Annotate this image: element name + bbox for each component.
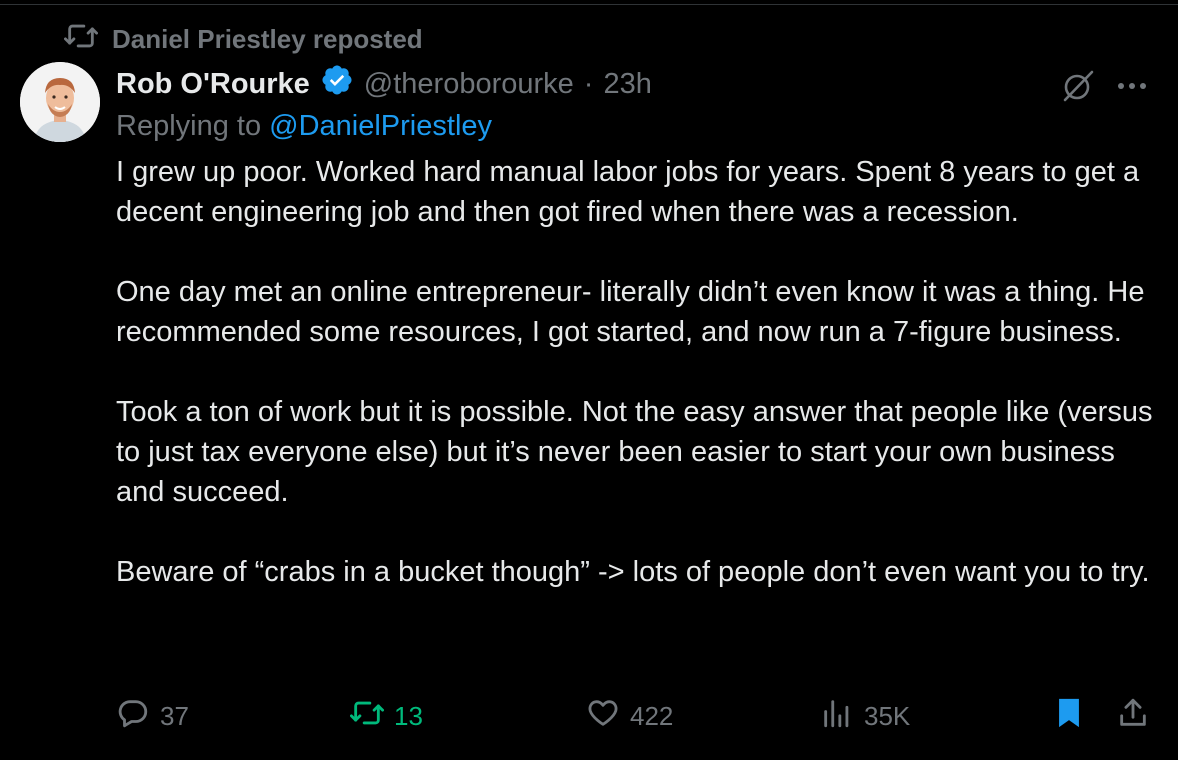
tweet-header: Rob O'Rourke @theroborourke · 23h: [116, 64, 652, 104]
repost-icon: [350, 696, 384, 737]
repost-count: 13: [394, 700, 423, 731]
avatar[interactable]: [20, 62, 100, 142]
repost-button[interactable]: 13: [350, 696, 423, 736]
top-divider: [0, 0, 1178, 5]
heart-icon: [586, 696, 620, 737]
analytics-icon: [820, 696, 854, 737]
share-button[interactable]: [1116, 696, 1150, 736]
reply-count: 37: [160, 700, 189, 731]
tweet-paragraph: Beware of “crabs in a bucket though” -> …: [116, 556, 1150, 588]
tweet-paragraph: One day met an online entrepreneur- lite…: [116, 276, 1145, 348]
meta-separator: ·: [583, 67, 594, 100]
bookmark-button[interactable]: [1052, 696, 1086, 736]
grok-icon[interactable]: [1058, 66, 1098, 106]
author-handle[interactable]: @theroborourke: [364, 68, 574, 101]
repost-text: Daniel Priestley reposted: [112, 23, 423, 54]
more-options-icon[interactable]: [1112, 66, 1152, 106]
tweet-timestamp[interactable]: 23h: [603, 68, 651, 101]
replying-to: Replying to @DanielPriestley: [116, 110, 492, 143]
views-button[interactable]: 35K: [820, 696, 910, 736]
author-name[interactable]: Rob O'Rourke: [116, 68, 310, 101]
repost-icon: [64, 19, 99, 60]
repost-context[interactable]: Daniel Priestley reposted: [64, 22, 423, 56]
reply-icon: [116, 696, 150, 737]
views-count: 35K: [864, 700, 911, 731]
like-count: 422: [630, 700, 674, 731]
reply-mention-link[interactable]: @DanielPriestley: [269, 110, 492, 142]
like-button[interactable]: 422: [586, 696, 673, 736]
share-icon: [1116, 696, 1150, 737]
reply-button[interactable]: 37: [116, 696, 189, 736]
bookmark-icon: [1052, 696, 1086, 737]
verified-badge-icon[interactable]: [320, 63, 354, 105]
tweet-paragraph: I grew up poor. Worked hard manual labor…: [116, 156, 1140, 228]
tweet-actions: 37 13 422 35K: [116, 696, 1156, 736]
replying-to-label: Replying to: [116, 110, 262, 142]
tweet-text: I grew up poor. Worked hard manual labor…: [116, 152, 1166, 632]
tweet-paragraph: Took a ton of work but it is possible. N…: [116, 396, 1153, 508]
